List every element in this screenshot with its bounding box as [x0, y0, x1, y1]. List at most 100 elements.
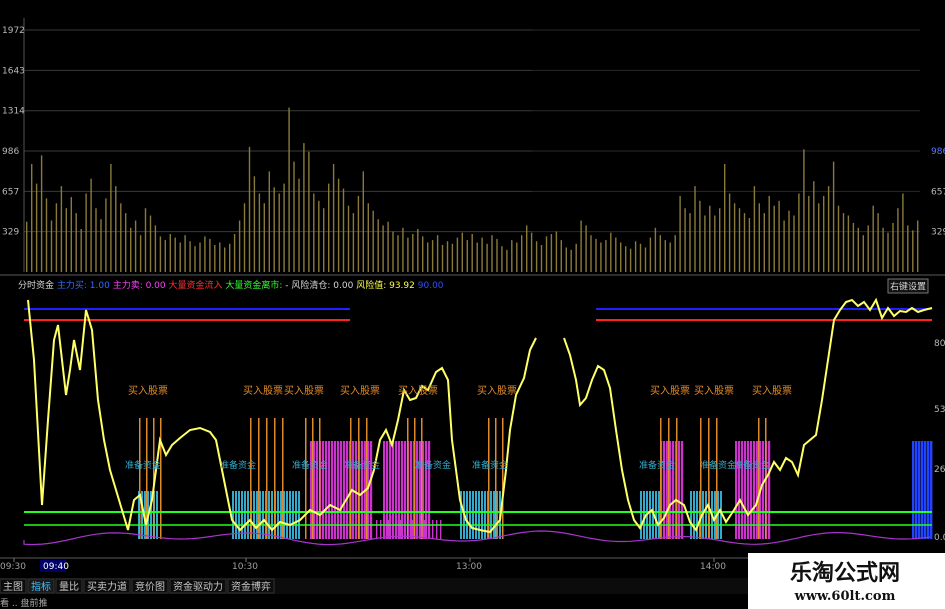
prepare-funds-label: 准备资金	[220, 459, 256, 471]
volume-bar	[481, 237, 483, 272]
indicator-right-tick: 80	[934, 339, 945, 349]
buy-signal-bar	[319, 418, 321, 539]
volume-right-tick-label: 329	[931, 228, 945, 238]
header-item: 0.00	[146, 281, 169, 291]
volume-bar	[382, 225, 384, 272]
indicator-labels: 买入股票 买入股票 买入股票 买入股票 买入股票 买入股票 买入股票 买入股票 买入股票准备资金…	[125, 385, 792, 471]
header-item: 1.00	[90, 281, 113, 291]
volume-y-tick-label: 657	[2, 187, 19, 197]
volume-bar	[590, 235, 592, 272]
volume-bar	[110, 164, 112, 272]
indicator-bar	[416, 520, 418, 539]
volume-bar	[827, 186, 830, 272]
tab-1[interactable]: 指标	[27, 578, 55, 594]
volume-bar	[134, 220, 137, 272]
settings-button[interactable]: 右键设置	[887, 278, 929, 294]
watermark-title: 乐淘公式网	[790, 560, 900, 586]
buy-signal-bar	[414, 418, 416, 539]
indicator-bar	[469, 491, 471, 539]
volume-bar	[506, 249, 508, 272]
volume-bar	[526, 225, 528, 272]
volume-bar	[214, 245, 216, 272]
indicator-bar	[271, 491, 273, 539]
volume-bar	[575, 243, 577, 272]
buy-signal-bar	[495, 418, 497, 539]
tab-label: 资金驱动力	[173, 580, 223, 593]
volume-bar	[907, 225, 909, 272]
volume-bar	[422, 236, 424, 272]
volume-bar	[461, 232, 463, 272]
indicator-bar	[289, 491, 291, 539]
volume-bar	[743, 213, 746, 272]
volume-bar	[823, 195, 825, 272]
volume-bar	[303, 143, 305, 272]
buy-signal-bar	[282, 418, 284, 539]
header-item: 主力买:	[57, 279, 90, 291]
volume-bar	[65, 208, 67, 272]
indicator-bar	[424, 520, 426, 539]
tab-0[interactable]: 主图	[0, 578, 27, 594]
indicator-bar	[649, 491, 651, 539]
chart-canvas[interactable]: 1972 1643 1314 986 657 329 986 657 329 分时资金 主力买…	[0, 0, 945, 609]
stock-chart-window: 1972 1643 1314 986 657 329 986 657 329 分时资金 主力买…	[0, 0, 945, 609]
settings-button-label: 右键设置	[890, 281, 926, 293]
volume-bar	[85, 193, 87, 272]
buy-signal-bar	[668, 418, 670, 539]
volume-bar	[412, 234, 414, 272]
time-axis-label: 10:30	[232, 562, 258, 572]
time-axis-label: 09:30	[0, 562, 26, 572]
tab-2[interactable]: 量比	[55, 578, 83, 594]
volume-bar	[471, 234, 473, 272]
indicator-bar	[298, 491, 300, 539]
volume-bar	[189, 241, 191, 272]
volume-bar	[763, 213, 765, 272]
volume-bar	[585, 225, 587, 272]
volume-bar	[298, 178, 300, 272]
tab-label: 竞价图	[135, 580, 165, 593]
indicator-bar	[432, 520, 434, 539]
volume-bar	[436, 235, 439, 272]
tab-6[interactable]: 资金博弈	[227, 578, 275, 594]
volume-bar	[733, 203, 736, 272]
indicator-bar	[493, 491, 495, 539]
volume-bar	[813, 181, 815, 272]
volume-bar	[313, 193, 315, 272]
volume-bar	[832, 161, 835, 272]
indicator-bar	[640, 491, 642, 539]
volume-bar	[446, 241, 449, 272]
volume-bar	[233, 234, 236, 272]
volume-bar	[684, 208, 686, 272]
buy-signal-label: 买入股票	[243, 385, 283, 397]
volume-bar	[669, 242, 671, 272]
buy-signal-label: 买入股票	[694, 385, 734, 397]
volume-bar	[714, 215, 716, 272]
tab-4[interactable]: 竞价图	[131, 578, 169, 594]
volume-bar	[75, 213, 77, 272]
tab-3[interactable]: 买卖力道	[83, 578, 131, 594]
volume-bar	[120, 203, 122, 272]
prepare-funds-label: 准备资金	[639, 459, 675, 471]
indicator-bar	[156, 491, 158, 539]
buy-signal-bar	[350, 418, 352, 539]
tab-label: 买卖力道	[87, 580, 127, 593]
tab-5[interactable]: 资金驱动力	[169, 578, 227, 594]
indicator-bar	[286, 491, 288, 539]
volume-y-tick-label: 1972	[2, 26, 25, 36]
header-item: 大量资金离市:	[225, 279, 285, 291]
volume-bar	[387, 221, 389, 272]
volume-bar	[768, 195, 770, 272]
volume-bar	[753, 186, 756, 272]
indicator-bar	[238, 491, 240, 539]
volume-bar	[615, 237, 617, 272]
volume-bar	[724, 164, 726, 272]
buy-signal-label: 买入股票	[752, 385, 792, 397]
indicator-bar	[376, 520, 378, 539]
indicator-bar	[241, 491, 243, 539]
volume-bar	[40, 155, 43, 272]
volume-bar	[560, 240, 562, 272]
buy-signal-bar	[358, 418, 360, 539]
time-cursor: 09:40	[40, 560, 69, 572]
volume-y-tick-label: 1314	[2, 107, 25, 117]
volume-bar	[758, 203, 760, 272]
volume-bar	[545, 236, 548, 272]
